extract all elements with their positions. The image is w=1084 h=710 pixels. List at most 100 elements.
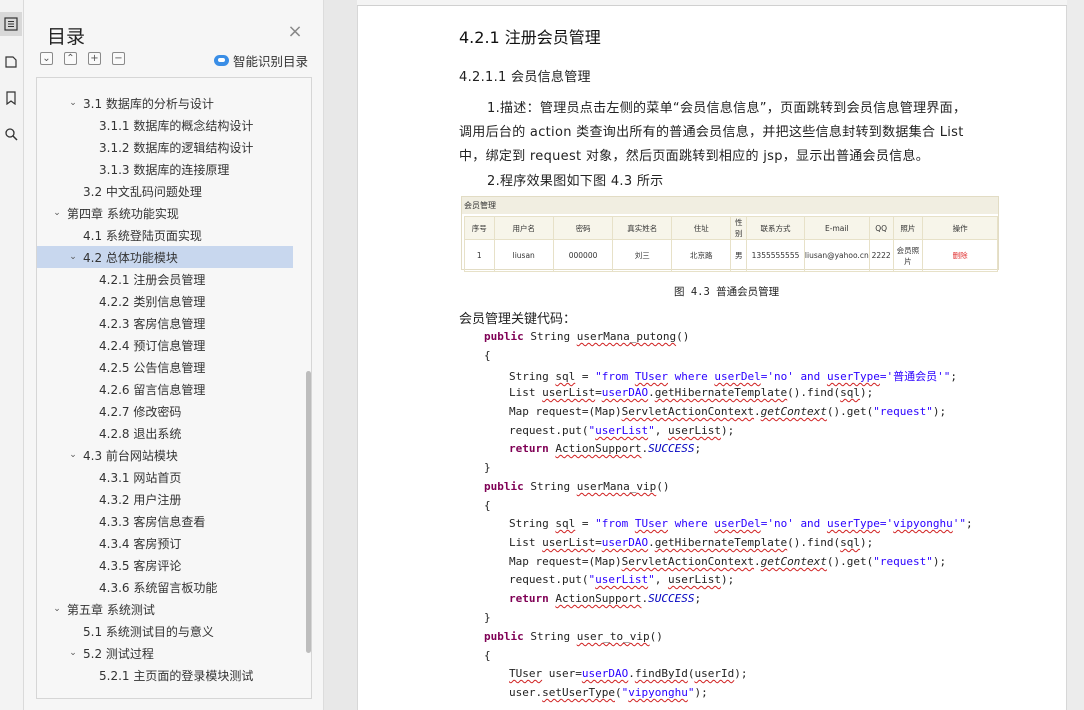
- table-cell: liusan: [493, 239, 554, 272]
- toc-item-label: 4.2.1 注册会员管理: [99, 272, 206, 287]
- left-icon-rail: [0, 0, 24, 710]
- toc-item[interactable]: 3.1.3 数据库的连接原理: [37, 158, 293, 180]
- page-thumbnail-icon[interactable]: [0, 50, 22, 74]
- toc-toolbar: ⌄ ⌃ + −: [40, 52, 125, 65]
- table-cell: 男: [730, 239, 748, 272]
- toc-item[interactable]: 3.1.2 数据库的逻辑结构设计: [37, 136, 293, 158]
- toc-item-label: 4.2 总体功能模块: [83, 250, 178, 265]
- toc-scrollbar[interactable]: [306, 371, 311, 653]
- toc-item[interactable]: 4.2.5 公告信息管理: [37, 356, 293, 378]
- toc-item-label: 4.3.3 客房信息查看: [99, 514, 206, 529]
- toc-item-label: 5.2 测试过程: [83, 646, 154, 661]
- toc-item-label: 3.1 数据库的分析与设计: [83, 96, 214, 111]
- toc-item[interactable]: ⌄ 第五章 系统测试: [37, 598, 293, 620]
- table-header-cell: 照片: [892, 216, 924, 240]
- smart-toc-button[interactable]: 智能识别目录: [214, 51, 308, 70]
- toc-item[interactable]: 4.3.3 客房信息查看: [37, 510, 293, 532]
- chevron-down-icon[interactable]: ⌄: [67, 98, 79, 108]
- member-table: 序号 用户名 密码 真实姓名 住址 性别 联系方式 E-mail QQ 照片 操作 1 liusan 0…: [464, 216, 998, 272]
- toc-item[interactable]: 4.3.2 用户注册: [37, 488, 293, 510]
- toc-item-label: 4.3.6 系统留言板功能: [99, 580, 218, 595]
- toc-item-label: 4.2.7 修改密码: [99, 404, 182, 419]
- search-icon[interactable]: [0, 122, 22, 146]
- toc-item[interactable]: 4.3.1 网站首页: [37, 466, 293, 488]
- toc-item[interactable]: ⌄ 4.3 前台网站模块: [37, 444, 293, 466]
- figure-member-table: 会员管理 序号 用户名 密码 真实姓名 住址 性别 联系方式 E-mail QQ 照片 操作 1 li…: [461, 196, 999, 272]
- right-margin: [1067, 0, 1084, 710]
- toc-item[interactable]: 5.2.1 主页面的登录模块测试: [37, 664, 293, 686]
- document-page: 4.2.1 注册会员管理 4.2.1.1 会员信息管理 1.描述：管理员点击左侧…: [357, 6, 1067, 710]
- code-label: 会员管理关键代码：: [459, 312, 577, 327]
- figure-panel-title: 会员管理: [462, 197, 998, 214]
- chevron-down-icon[interactable]: ⌄: [67, 648, 79, 658]
- toc-item[interactable]: 4.3.5 客房评论: [37, 554, 293, 576]
- toc-item[interactable]: 4.1 系统登陆页面实现: [37, 224, 293, 246]
- table-header-cell: 真实姓名: [612, 216, 673, 240]
- toc-item-label: 5.1 系统测试目的与意义: [83, 624, 214, 639]
- toc-item-label: 3.1.2 数据库的逻辑结构设计: [99, 140, 254, 155]
- toc-item-label: 4.2.2 类别信息管理: [99, 294, 206, 309]
- add-heading-icon[interactable]: +: [88, 52, 101, 65]
- bookmark-icon[interactable]: [0, 86, 22, 110]
- cloud-icon: [214, 55, 229, 66]
- toc-item[interactable]: 4.2.6 留言信息管理: [37, 378, 293, 400]
- figure-caption: 图 4.3 普通会员管理: [674, 286, 780, 298]
- toc-item[interactable]: 3.2 中文乱码问题处理: [37, 180, 293, 202]
- toc-item-label: 4.2.5 公告信息管理: [99, 360, 206, 375]
- table-cell: 会员照片: [892, 239, 924, 272]
- table-header-cell: 操作: [922, 216, 998, 240]
- table-cell: liusan@yahoo.cn: [803, 239, 870, 272]
- table-header-cell: 序号: [464, 216, 495, 240]
- toc-item-label: 第五章 系统测试: [67, 602, 155, 617]
- collapse-all-icon[interactable]: ⌃: [64, 52, 77, 65]
- close-icon[interactable]: ×: [286, 23, 304, 41]
- table-header-cell: 住址: [671, 216, 732, 240]
- toc-item[interactable]: 4.2.3 客房信息管理: [37, 312, 293, 334]
- toc-item-label: 3.2 中文乱码问题处理: [83, 184, 202, 199]
- toc-item[interactable]: ⌄ 4.2 总体功能模块: [37, 246, 293, 268]
- table-cell: 2222: [868, 239, 894, 272]
- toc-item-label: 4.2.8 退出系统: [99, 426, 182, 441]
- toc-panel: 目录 × ⌄ ⌃ + − 智能识别目录 ⌄ 3.1 数据库的分析与设计 3.1.1 …: [24, 0, 324, 710]
- remove-heading-icon[interactable]: −: [112, 52, 125, 65]
- toc-item[interactable]: ⌄ 第四章 系统功能实现: [37, 202, 293, 224]
- table-cell: 北京路: [671, 239, 732, 272]
- table-cell: 1355555555: [746, 239, 805, 272]
- toc-item-label: 4.3.4 客房预订: [99, 536, 182, 551]
- paragraph-line: 调用后台的 action 类查询出所有的普通会员信息，并把这些信息封转到数据集合…: [459, 125, 964, 140]
- toc-tree: ⌄ 3.1 数据库的分析与设计 3.1.1 数据库的概念结构设计 3.1.2 数据库的…: [36, 77, 312, 699]
- toc-item-label: 5.2.1 主页面的登录模块测试: [99, 668, 254, 683]
- delete-link[interactable]: 删除: [922, 239, 998, 272]
- chevron-down-icon[interactable]: ⌄: [67, 252, 79, 262]
- table-header-cell: 联系方式: [746, 216, 805, 240]
- chevron-down-icon[interactable]: ⌄: [67, 450, 79, 460]
- toc-item[interactable]: 4.3.4 客房预订: [37, 532, 293, 554]
- toc-item-label: 4.3.1 网站首页: [99, 470, 182, 485]
- paragraph-line: 1.描述：管理员点击左侧的菜单“会员信息信息”，页面跳转到会员信息管理界面，: [487, 101, 967, 116]
- section-heading: 4.2.1 注册会员管理: [459, 28, 601, 47]
- toc-item-label: 4.3 前台网站模块: [83, 448, 178, 463]
- toc-item[interactable]: 5.1 系统测试目的与意义: [37, 620, 293, 642]
- table-header-cell: 用户名: [493, 216, 554, 240]
- paragraph-line: 2.程序效果图如下图 4.3 所示: [487, 174, 664, 189]
- expand-all-icon[interactable]: ⌄: [40, 52, 53, 65]
- subsection-heading: 4.2.1.1 会员信息管理: [459, 70, 591, 85]
- toc-panel-icon[interactable]: [0, 12, 22, 36]
- table-cell: 1: [464, 239, 495, 272]
- toc-item[interactable]: ⌄ 3.1 数据库的分析与设计: [37, 92, 293, 114]
- chevron-down-icon[interactable]: ⌄: [51, 208, 63, 218]
- toc-item[interactable]: 4.2.8 退出系统: [37, 422, 293, 444]
- code-listing: public String userMana_putong() { String…: [484, 330, 973, 699]
- toc-item[interactable]: ⌄ 5.2 测试过程: [37, 642, 293, 664]
- toc-item[interactable]: 4.3.6 系统留言板功能: [37, 576, 293, 598]
- toc-item[interactable]: 4.2.4 预订信息管理: [37, 334, 293, 356]
- toc-item[interactable]: 4.2.1 注册会员管理: [37, 268, 293, 290]
- toc-item[interactable]: 4.2.7 修改密码: [37, 400, 293, 422]
- table-header-cell: E-mail: [803, 216, 870, 240]
- chevron-down-icon[interactable]: ⌄: [51, 604, 63, 614]
- toc-item[interactable]: 3.1.1 数据库的概念结构设计: [37, 114, 293, 136]
- toc-item-label: 第四章 系统功能实现: [67, 206, 179, 221]
- toc-item-label: 4.2.6 留言信息管理: [99, 382, 206, 397]
- toc-item[interactable]: 4.2.2 类别信息管理: [37, 290, 293, 312]
- toc-item-label: 3.1.1 数据库的概念结构设计: [99, 118, 254, 133]
